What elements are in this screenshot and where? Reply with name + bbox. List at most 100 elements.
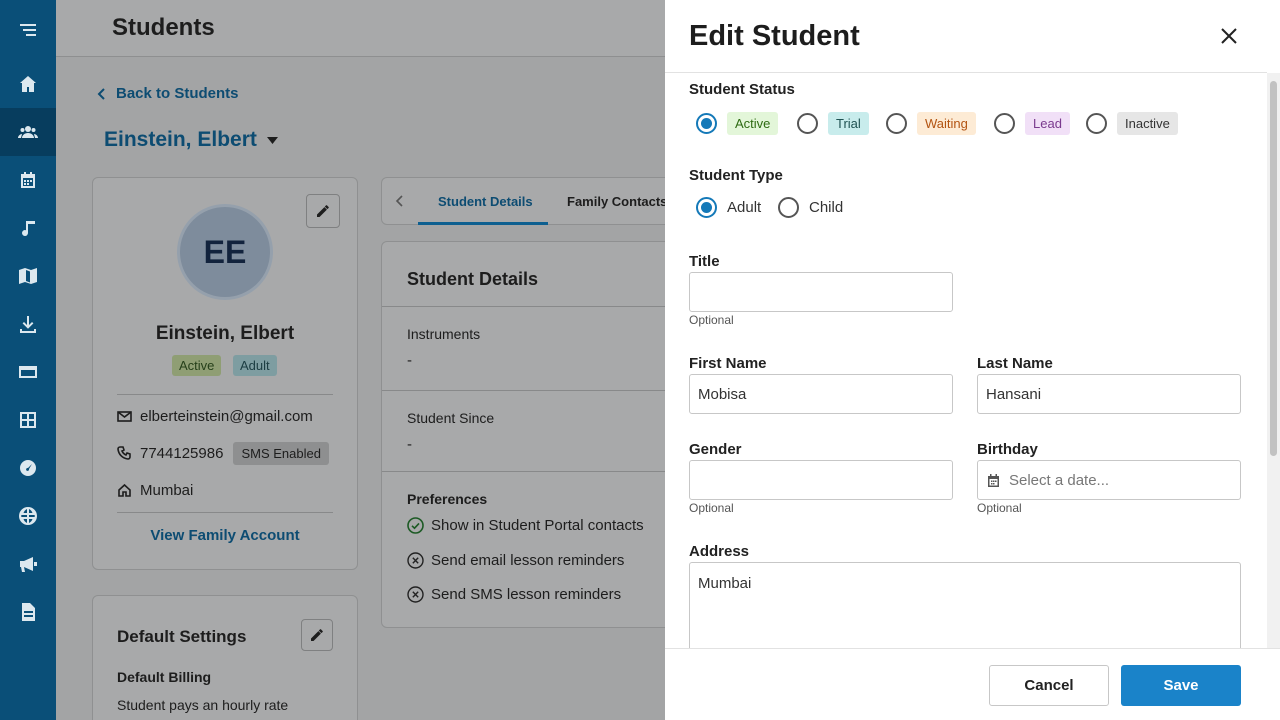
student-name: Einstein, Elbert bbox=[104, 128, 257, 151]
city-text: Mumbai bbox=[140, 482, 194, 499]
student-status-label: Student Status bbox=[689, 81, 795, 98]
view-family-account-link[interactable]: View Family Account bbox=[93, 527, 357, 544]
drawer-footer: Cancel Save bbox=[665, 648, 1280, 720]
check-circle-icon bbox=[407, 517, 424, 534]
tab-family-contacts[interactable]: Family Contacts bbox=[567, 194, 667, 209]
drawer-scrollbar[interactable] bbox=[1267, 73, 1280, 648]
back-to-students-link[interactable]: Back to Students bbox=[97, 85, 239, 102]
title-label: Title bbox=[689, 253, 720, 270]
home-icon[interactable] bbox=[0, 60, 56, 108]
student-details-card: Student Details Instruments - Student Si… bbox=[381, 241, 682, 628]
status-radio-inactive[interactable]: Inactive bbox=[1086, 112, 1178, 135]
title-input[interactable] bbox=[689, 272, 953, 312]
default-billing-value: Student pays an hourly rate bbox=[117, 697, 289, 713]
student-details-title: Student Details bbox=[407, 269, 539, 289]
divider bbox=[117, 512, 333, 513]
divider bbox=[117, 394, 333, 395]
gender-help: Optional bbox=[689, 501, 734, 515]
logo-icon[interactable] bbox=[0, 0, 56, 60]
pencil-icon bbox=[311, 629, 323, 641]
radio-button[interactable] bbox=[696, 113, 717, 134]
pref-text: Send SMS lesson reminders bbox=[431, 586, 622, 603]
x-circle-icon bbox=[407, 552, 424, 569]
birthday-label: Birthday bbox=[977, 441, 1038, 458]
save-button[interactable]: Save bbox=[1121, 665, 1241, 706]
last-name-input[interactable]: Hansani bbox=[977, 374, 1241, 414]
default-settings-title: Default Settings bbox=[117, 627, 247, 646]
birthday-help: Optional bbox=[977, 501, 1022, 515]
gender-input[interactable] bbox=[689, 460, 953, 500]
default-settings-card: Default Settings Default Billing Student… bbox=[92, 595, 358, 720]
instruments-label: Instruments bbox=[407, 326, 481, 342]
phone-row: 7744125986 SMS Enabled bbox=[117, 442, 329, 465]
pref-sms-reminders: Send SMS lesson reminders bbox=[407, 586, 621, 603]
status-radio-waiting[interactable]: Waiting bbox=[886, 112, 976, 135]
calendar-icon bbox=[988, 473, 999, 487]
radio-button[interactable] bbox=[778, 197, 799, 218]
radio-button[interactable] bbox=[1086, 113, 1107, 134]
status-pill-waiting: Waiting bbox=[917, 112, 976, 135]
student-since-value: - bbox=[407, 436, 412, 453]
divider bbox=[382, 390, 682, 391]
edit-default-settings-button[interactable] bbox=[301, 619, 333, 651]
sidebar bbox=[0, 0, 56, 720]
download-icon[interactable] bbox=[0, 300, 56, 348]
tab-student-details[interactable]: Student Details bbox=[438, 194, 533, 209]
pencil-icon bbox=[317, 205, 329, 217]
globe-icon[interactable] bbox=[0, 492, 56, 540]
dashboard-icon[interactable] bbox=[0, 444, 56, 492]
first-name-input[interactable]: Mobisa bbox=[689, 374, 953, 414]
divider bbox=[382, 471, 682, 472]
radio-button[interactable] bbox=[696, 197, 717, 218]
birthday-input[interactable]: Select a date... bbox=[977, 460, 1241, 500]
active-tab-indicator bbox=[418, 222, 548, 225]
back-link-label: Back to Students bbox=[116, 85, 239, 102]
status-pill-lead: Lead bbox=[1025, 112, 1070, 135]
drawer-header: Edit Student bbox=[665, 0, 1267, 73]
home-outline-icon bbox=[118, 483, 131, 497]
megaphone-icon[interactable] bbox=[0, 540, 56, 588]
first-name-label: First Name bbox=[689, 355, 767, 372]
profile-card: EE Einstein, Elbert Active Adult elberte… bbox=[92, 177, 358, 570]
address-textarea[interactable]: Mumbai bbox=[689, 562, 1241, 662]
edit-profile-button[interactable] bbox=[306, 194, 340, 228]
scrollbar-thumb[interactable] bbox=[1270, 81, 1277, 456]
preferences-label: Preferences bbox=[407, 491, 488, 507]
student-since-label: Student Since bbox=[407, 410, 495, 426]
type-badge: Adult bbox=[233, 355, 277, 376]
status-badge: Active bbox=[172, 355, 222, 376]
status-pill-inactive: Inactive bbox=[1117, 112, 1178, 135]
avatar: EE bbox=[177, 204, 273, 300]
type-child-label: Child bbox=[809, 199, 844, 216]
book-map-icon[interactable] bbox=[0, 252, 56, 300]
radio-button[interactable] bbox=[797, 113, 818, 134]
type-radio-child[interactable]: Child bbox=[778, 197, 843, 218]
cancel-button[interactable]: Cancel bbox=[989, 665, 1109, 706]
status-radio-active[interactable]: Active bbox=[696, 112, 779, 135]
users-icon[interactable] bbox=[0, 108, 56, 156]
pref-email-reminders: Send email lesson reminders bbox=[407, 552, 624, 569]
drawer-title: Edit Student bbox=[689, 20, 860, 52]
caret-down-icon bbox=[266, 136, 278, 144]
title-help: Optional bbox=[689, 313, 734, 327]
calendar-icon[interactable] bbox=[0, 156, 56, 204]
chevron-left-icon[interactable] bbox=[395, 195, 404, 207]
address-label: Address bbox=[689, 543, 750, 560]
student-name-dropdown[interactable]: Einstein, Elbert bbox=[104, 128, 278, 152]
radio-button[interactable] bbox=[994, 113, 1015, 134]
close-icon[interactable] bbox=[1219, 26, 1239, 46]
profile-name: Einstein, Elbert bbox=[155, 323, 295, 344]
type-radio-adult[interactable]: Adult bbox=[696, 197, 761, 218]
phone-text: 7744125986 bbox=[140, 445, 224, 462]
music-icon[interactable] bbox=[0, 204, 56, 252]
calculator-icon[interactable] bbox=[0, 396, 56, 444]
chevron-left-icon bbox=[97, 87, 105, 100]
email-text: elberteinstein@gmail.com bbox=[140, 408, 313, 425]
radio-button[interactable] bbox=[886, 113, 907, 134]
document-icon[interactable] bbox=[0, 588, 56, 636]
status-radio-lead[interactable]: Lead bbox=[994, 112, 1070, 135]
card-icon[interactable] bbox=[0, 348, 56, 396]
status-radio-trial[interactable]: Trial bbox=[797, 112, 869, 135]
page-title: Students bbox=[112, 14, 215, 41]
gender-label: Gender bbox=[689, 441, 742, 458]
